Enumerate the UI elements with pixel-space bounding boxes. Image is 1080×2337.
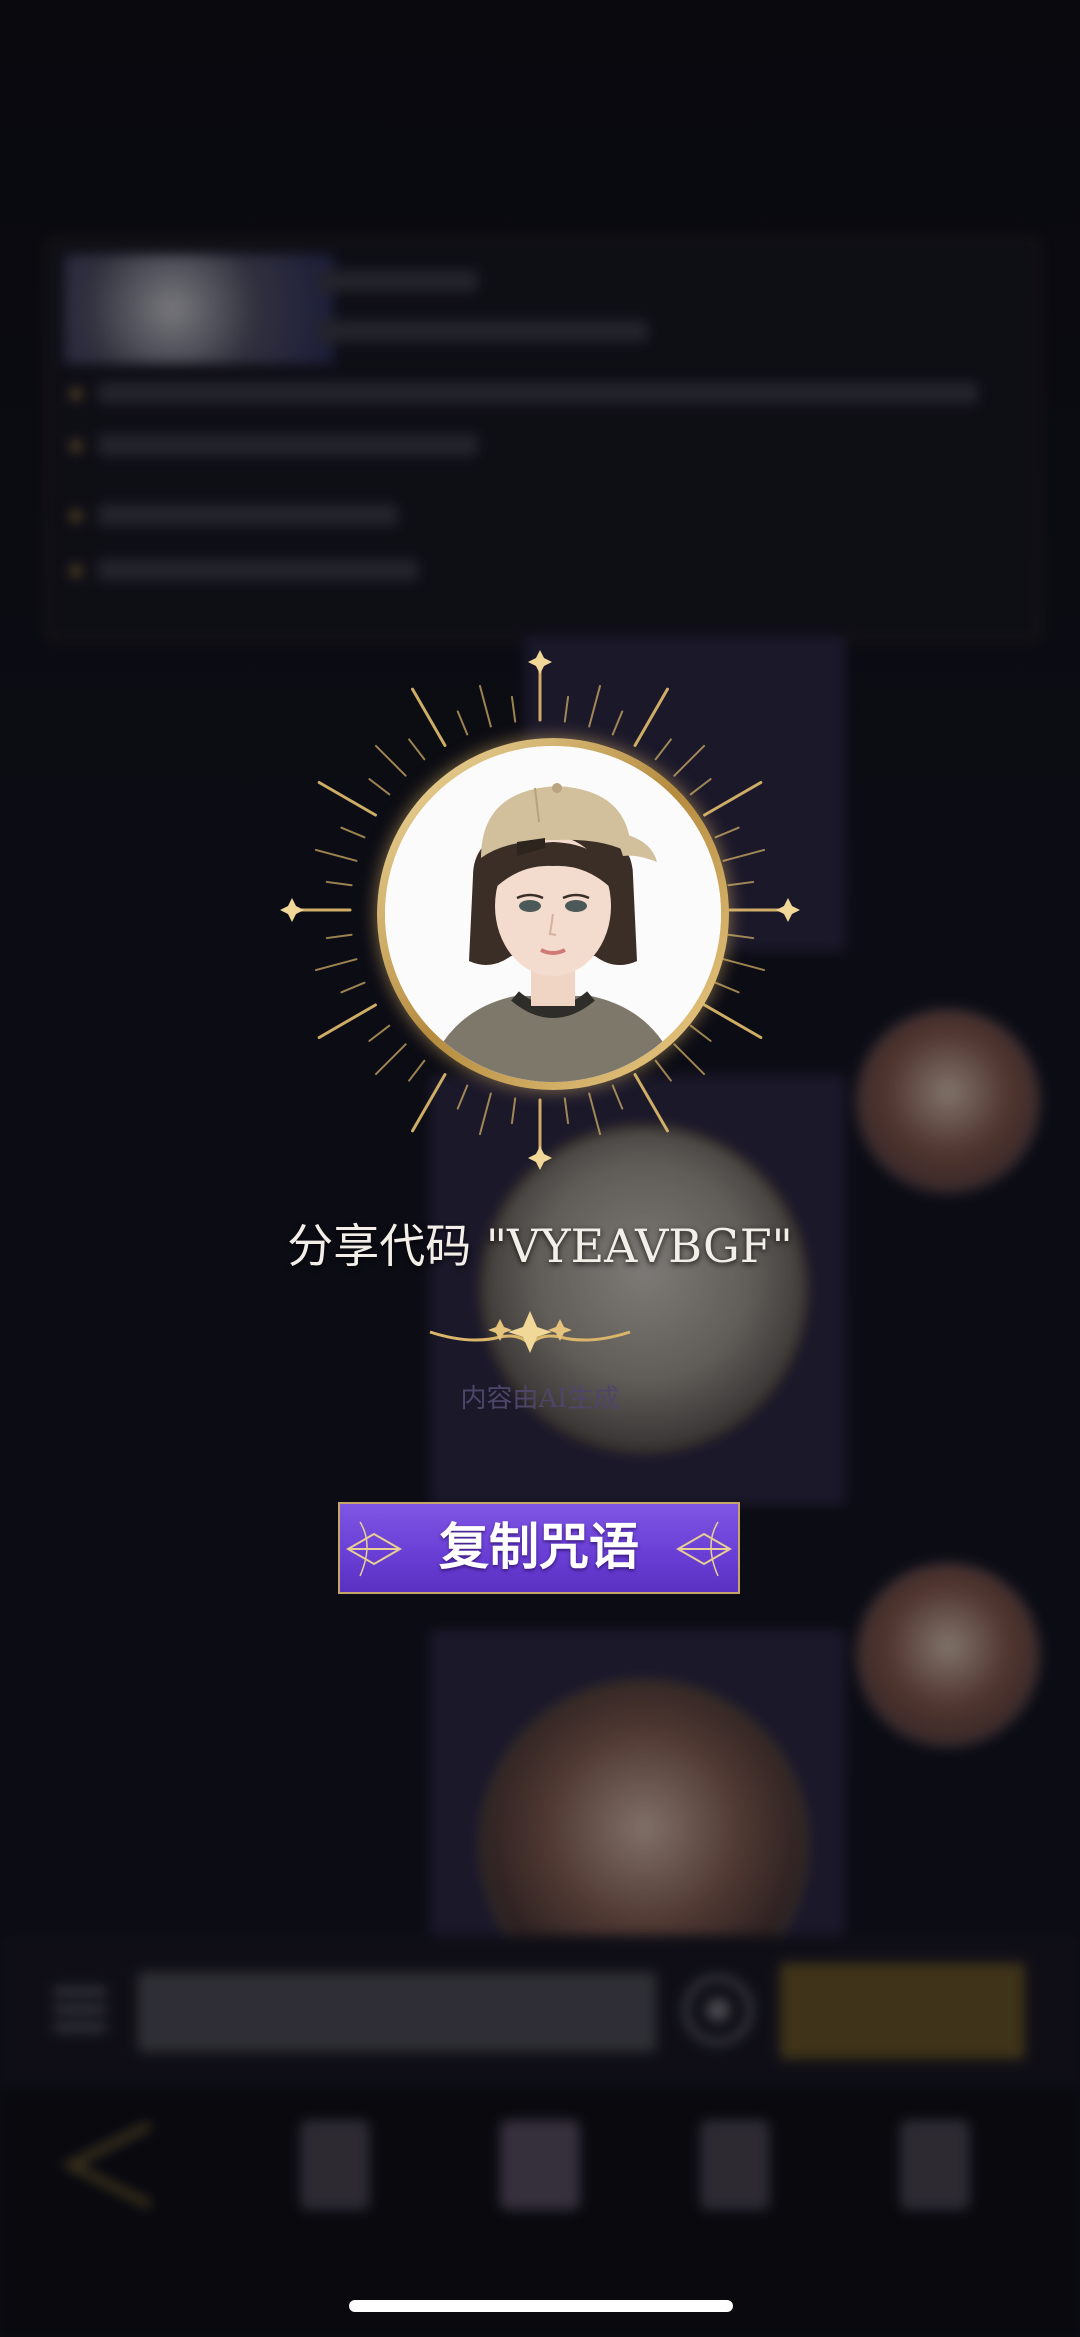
sunburst-ray (411, 687, 447, 747)
copy-spell-button[interactable]: 复制咒语 (338, 1502, 740, 1594)
sparkle-icon (528, 650, 552, 674)
sunburst-ray (408, 1059, 426, 1082)
sunburst-ray (689, 778, 712, 796)
sunburst-ray (317, 1003, 377, 1039)
sunburst-ray (563, 695, 570, 723)
sunburst-ray (689, 1024, 712, 1042)
sunburst-ray (368, 1024, 391, 1042)
sunburst-ray (714, 981, 740, 994)
ai-generated-notice: 内容由AI生成 (460, 1384, 620, 1414)
sunburst-ray (722, 958, 766, 972)
home-indicator (349, 2300, 733, 2312)
sunburst-ray (374, 744, 407, 777)
sparkle-icon (528, 1146, 552, 1170)
sunburst-ray (703, 781, 763, 817)
sunburst-ray (456, 710, 469, 736)
sunburst-ray (563, 1097, 570, 1125)
ornament-left-icon (345, 1521, 403, 1577)
sunburst-ray (340, 981, 366, 994)
sunburst-ray (374, 1043, 407, 1076)
sunburst-ray (633, 687, 669, 747)
sunburst-ray (510, 695, 517, 723)
sunburst-ray (588, 1092, 602, 1136)
sunburst-ray (314, 848, 358, 862)
sunburst-ray (703, 1003, 763, 1039)
share-code-text: 分享代码 "VYEAVBGF" (287, 1219, 793, 1273)
sunburst-ray (317, 781, 377, 817)
sunburst-ray (314, 958, 358, 972)
sunburst-ray (411, 1073, 447, 1133)
avatar (385, 746, 721, 1082)
sunburst-ray (456, 1084, 469, 1110)
sunburst-ray (714, 826, 740, 839)
sunburst-ray (673, 744, 706, 777)
sunburst-ray (325, 933, 353, 940)
sunburst-ray (340, 826, 366, 839)
avatar-portrait-image (385, 746, 721, 1082)
copy-spell-label: 复制咒语 (439, 1517, 639, 1576)
sunburst-ray (478, 684, 492, 728)
sparkle-icon (280, 898, 304, 922)
avatar-frame (377, 738, 729, 1090)
sunburst-ray (673, 1043, 706, 1076)
sunburst-ray (588, 684, 602, 728)
sunburst-ray (722, 848, 766, 862)
sunburst-ray (727, 880, 755, 887)
ornamental-divider (100, 1311, 960, 1353)
sunburst-ray (510, 1097, 517, 1125)
sunburst-ray (368, 778, 391, 796)
sparkle-icon (776, 898, 800, 922)
sunburst-ray (611, 710, 624, 736)
sunburst-ray (408, 738, 426, 761)
sunburst-ray (478, 1092, 492, 1136)
sunburst-ray (727, 933, 755, 940)
sunburst-ray (633, 1073, 669, 1133)
app-screen: 分享代码 "VYEAVBGF" 内容由AI生成 复制咒语 (0, 0, 1080, 2337)
ornament-right-icon (675, 1521, 733, 1577)
share-modal: 分享代码 "VYEAVBGF" 内容由AI生成 复制咒语 (0, 0, 1080, 2337)
sunburst-ray (654, 1059, 672, 1082)
sunburst-ray (654, 738, 672, 761)
sunburst-ray (325, 880, 353, 887)
sunburst-ray (611, 1084, 624, 1110)
